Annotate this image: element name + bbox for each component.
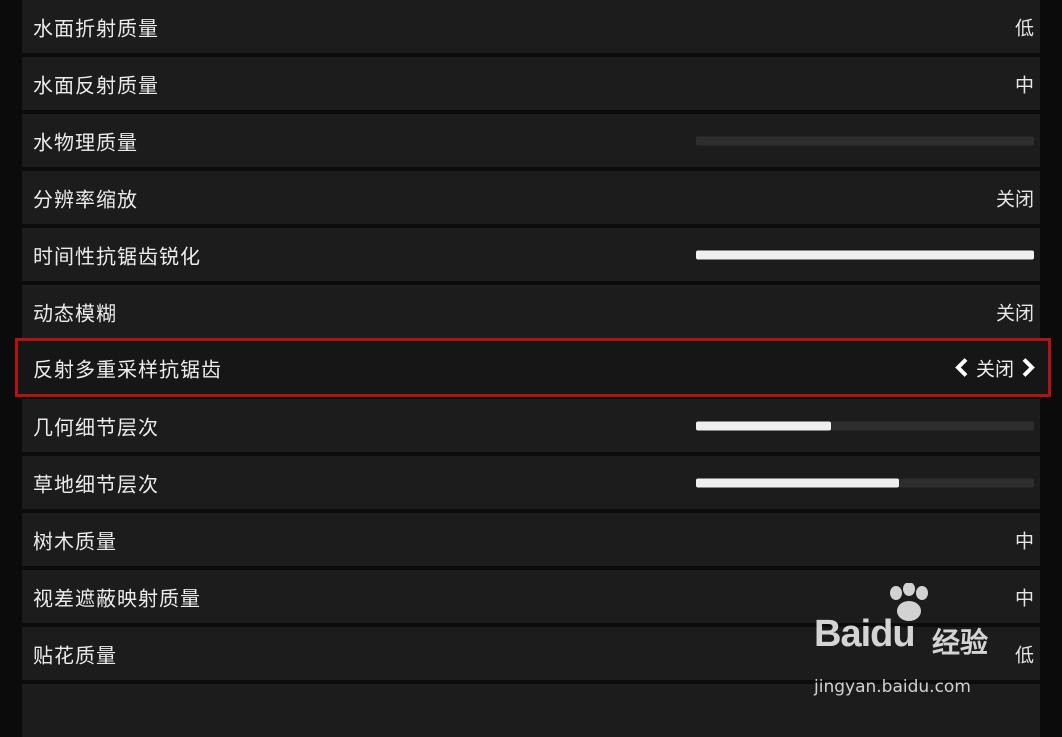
slider-fill — [696, 478, 899, 487]
setting-row-tree-quality[interactable]: 树木质量 中 — [22, 513, 1040, 566]
setting-row-geometry-lod[interactable]: 几何细节层次 — [22, 399, 1040, 452]
baidu-watermark: Baidu 经验 jingyan.baidu.com — [814, 583, 1004, 697]
watermark-brand-cn: 经验 — [932, 626, 989, 659]
setting-label: 视差遮蔽映射质量 — [33, 586, 201, 610]
watermark-brand: Baidu — [814, 613, 916, 655]
setting-label: 草地细节层次 — [33, 472, 159, 496]
chevron-left-icon[interactable] — [954, 358, 970, 378]
setting-label: 时间性抗锯齿锐化 — [33, 244, 201, 268]
setting-row-taa-sharpening[interactable]: 时间性抗锯齿锐化 — [22, 228, 1040, 281]
setting-row-resolution-scale[interactable]: 分辨率缩放 关闭 — [22, 171, 1040, 224]
setting-selector: 关闭 — [954, 354, 1036, 381]
slider-fill — [696, 250, 1034, 259]
setting-label: 水面反射质量 — [33, 73, 159, 97]
setting-row-grass-lod[interactable]: 草地细节层次 — [22, 456, 1040, 509]
setting-label: 水物理质量 — [33, 130, 138, 154]
watermark-url: jingyan.baidu.com — [814, 677, 971, 697]
setting-row-motion-blur[interactable]: 动态模糊 关闭 — [22, 285, 1040, 338]
setting-label: 几何细节层次 — [33, 415, 159, 439]
setting-row-water-refraction[interactable]: 水面折射质量 低 — [22, 0, 1040, 53]
setting-value[interactable]: 低 — [1015, 640, 1034, 667]
setting-value[interactable]: 中 — [1015, 70, 1034, 97]
setting-label: 树木质量 — [33, 529, 117, 553]
setting-value: 关闭 — [975, 358, 1014, 380]
slider-fill — [696, 421, 832, 430]
chevron-right-icon[interactable] — [1020, 358, 1036, 378]
setting-row-reflection-msaa[interactable]: 反射多重采样抗锯齿 关闭 — [15, 338, 1051, 397]
setting-value[interactable]: 低 — [1015, 13, 1034, 40]
setting-slider[interactable] — [696, 250, 1034, 259]
setting-label: 水面折射质量 — [33, 16, 159, 40]
setting-row-water-reflection[interactable]: 水面反射质量 中 — [22, 57, 1040, 110]
setting-value[interactable]: 中 — [1015, 583, 1034, 610]
setting-label: 贴花质量 — [33, 643, 117, 667]
setting-slider[interactable] — [696, 478, 1034, 487]
setting-value[interactable]: 关闭 — [996, 184, 1034, 211]
setting-slider[interactable] — [696, 421, 1034, 430]
setting-row-water-physics[interactable]: 水物理质量 — [22, 114, 1040, 167]
setting-label: 动态模糊 — [33, 301, 117, 325]
setting-value[interactable]: 中 — [1015, 526, 1034, 553]
setting-label: 反射多重采样抗锯齿 — [33, 357, 222, 381]
setting-slider[interactable] — [696, 136, 1034, 145]
setting-value[interactable]: 关闭 — [996, 298, 1034, 325]
setting-label: 分辨率缩放 — [33, 187, 138, 211]
